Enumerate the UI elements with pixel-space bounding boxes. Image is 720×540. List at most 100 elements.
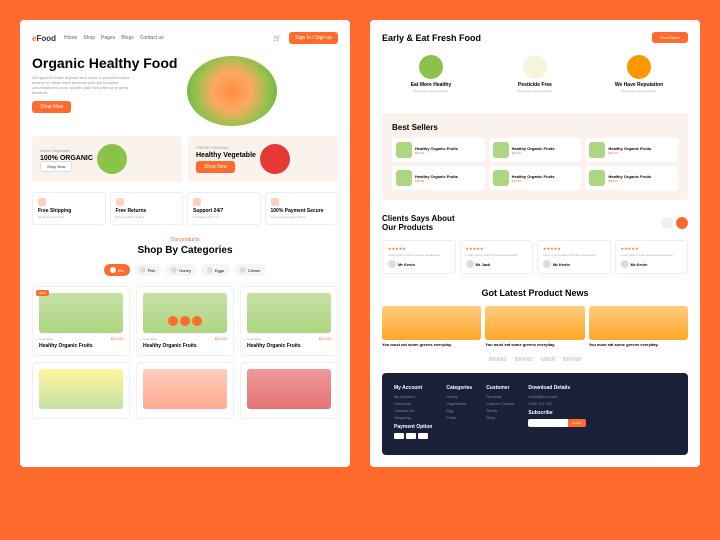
product-image: [39, 293, 123, 333]
footer-categories: Categories Honey Vegetables Egg Fruits: [446, 385, 472, 443]
hero-subtitle: We again to those anyone who loves or pu…: [32, 75, 132, 95]
feat-payment: 100% Payment SecureYour payment safe wit…: [265, 192, 339, 225]
footer-link[interactable]: Egg: [446, 408, 472, 413]
leaf-icon: [110, 267, 116, 273]
product-price: $20.00: [319, 336, 331, 341]
footer-link[interactable]: Custom Service: [486, 401, 514, 406]
best-item[interactable]: Healthy Organic Fruits$20.00: [392, 138, 485, 162]
cat-bio[interactable]: Bio: [104, 264, 130, 276]
nav-shop[interactable]: Shop: [83, 35, 95, 41]
footer-link[interactable]: Vegetables: [446, 401, 472, 406]
avatar: [466, 260, 474, 268]
right-page: Early & Eat Fresh Food Read More Eat Mor…: [370, 20, 700, 467]
best-item[interactable]: Healthy Organic Fruits$20.00: [585, 138, 678, 162]
footer-link[interactable]: Terms: [486, 408, 514, 413]
product-price: $20.00: [215, 336, 227, 341]
news-card[interactable]: You must eat some greens everyday.: [589, 306, 688, 347]
next-arrow[interactable]: [676, 217, 688, 229]
footer: My Account My Account Checkout Contact U…: [382, 373, 688, 455]
news-grid: You must eat some greens everyday. You m…: [382, 306, 688, 347]
cart-icon[interactable]: [180, 316, 190, 326]
nav-home[interactable]: Home: [64, 35, 77, 41]
promo-shop-button[interactable]: Shop Now: [40, 161, 72, 172]
best-item[interactable]: Healthy Organic Fruits$20.00: [489, 138, 582, 162]
test-title: Clients Says About Our Products: [382, 214, 462, 232]
navbar: eFood Home Shop Pages Blogs Contact us 🛒…: [32, 32, 338, 44]
footer-link[interactable]: 0000 111 222: [528, 401, 585, 406]
feat-support: Support 24/7Contact us 24 / 7 hr: [187, 192, 261, 225]
product-price: $20.00: [111, 336, 123, 341]
nav-pages[interactable]: Pages: [101, 35, 115, 41]
footer-account: My Account My Account Checkout Contact U…: [394, 385, 432, 443]
footer-link[interactable]: Reviews: [486, 394, 514, 399]
footer-customer: Customer Reviews Custom Service Terms Sh…: [486, 385, 514, 443]
view-icon[interactable]: [192, 316, 202, 326]
prev-arrow[interactable]: [661, 217, 673, 229]
footer-link[interactable]: Shop: [486, 415, 514, 420]
product-category: Vegetables: [39, 337, 54, 341]
section-title: Shop By Categories: [32, 245, 338, 256]
footer-link[interactable]: Checkout: [394, 401, 432, 406]
promo-shop-button[interactable]: Shop Now: [196, 161, 235, 173]
product-image: [247, 369, 331, 409]
promo-organic[interactable]: Green Vegetable 100% ORGANIC Shop Now: [32, 136, 182, 182]
avatar: [543, 260, 551, 268]
footer-link[interactable]: Honey: [446, 394, 472, 399]
new-badge: NEW: [36, 290, 49, 296]
promo-vegetable[interactable]: FRESH ORGANIC Healthy Vegetable Shop Now: [188, 136, 338, 182]
fav-icon[interactable]: [168, 316, 178, 326]
best-item[interactable]: Healthy Organic Fruits$20.00: [392, 166, 485, 190]
product-thumb: [493, 170, 509, 186]
cat-fish[interactable]: Fish: [134, 264, 162, 276]
nav-blogs[interactable]: Blogs: [121, 35, 134, 41]
logo[interactable]: eFood: [32, 34, 56, 43]
best-item[interactable]: Healthy Organic Fruits$20.00: [585, 166, 678, 190]
product-card[interactable]: Vegetables$20.00 Healthy Organic Fruits: [136, 286, 234, 356]
avatar: [621, 260, 629, 268]
promo-image: [97, 144, 127, 174]
product-thumb: [493, 142, 509, 158]
news-image: [589, 306, 688, 340]
product-image: [39, 369, 123, 409]
product-image: [247, 293, 331, 333]
news-card[interactable]: You must eat some greens everyday.: [485, 306, 584, 347]
product-card[interactable]: [32, 362, 130, 419]
best-title: Best Sellers: [392, 123, 678, 132]
cream-icon: [240, 267, 246, 273]
mastercard-icon: [406, 433, 416, 439]
testimonials: ★★★★★Lorem ipsum dolor sit amet consecte…: [382, 240, 688, 274]
best-sellers: Best Sellers Healthy Organic Fruits$20.0…: [382, 113, 688, 200]
product-card[interactable]: [240, 362, 338, 419]
readmore-button[interactable]: Read More: [652, 32, 688, 43]
news-card[interactable]: You must eat some greens everyday.: [382, 306, 481, 347]
subscribe-input[interactable]: [528, 419, 568, 427]
shop-now-button[interactable]: Shop Now: [32, 101, 71, 113]
test-card: ★★★★★Lorem ipsum dolor sit amet consecte…: [615, 240, 689, 274]
testimonial-header: Clients Says About Our Products: [382, 214, 688, 232]
product-card[interactable]: Vegetables$20.00 Healthy Organic Fruits: [240, 286, 338, 356]
submit-button[interactable]: Submit: [568, 419, 585, 427]
footer-link[interactable]: Contact Us: [394, 408, 432, 413]
product-name: Healthy Organic Fruits: [247, 343, 331, 349]
product-card[interactable]: [136, 362, 234, 419]
footer-link[interactable]: Shopping: [394, 415, 432, 420]
product-card[interactable]: NEW Vegetables$20.00 Healthy Organic Fru…: [32, 286, 130, 356]
cat-honey[interactable]: Honey: [165, 264, 197, 276]
cat-cream[interactable]: Cream: [234, 264, 266, 276]
truck-icon: [38, 198, 46, 206]
footer-link[interactable]: Fruits: [446, 415, 472, 420]
features-row: Free ShippingOn all order over £1 Free R…: [32, 192, 338, 225]
nav-contact[interactable]: Contact us: [140, 35, 164, 41]
product-grid: NEW Vegetables$20.00 Healthy Organic Fru…: [32, 286, 338, 419]
footer-download: Download Details hello@food.com 0000 111…: [528, 385, 585, 443]
egg-icon: [207, 267, 213, 273]
best-item[interactable]: Healthy Organic Fruits$20.00: [489, 166, 582, 190]
signin-button[interactable]: Sign In / Sign up: [289, 32, 338, 44]
footer-link[interactable]: hello@food.com: [528, 394, 585, 399]
footer-link[interactable]: My Account: [394, 394, 432, 399]
product-category: Vegetables: [143, 337, 158, 341]
cat-eggs[interactable]: Eggs: [201, 264, 230, 276]
category-tabs: Bio Fish Honey Eggs Cream: [32, 264, 338, 276]
avatar: [388, 260, 396, 268]
cart-icon[interactable]: 🛒: [274, 35, 281, 42]
